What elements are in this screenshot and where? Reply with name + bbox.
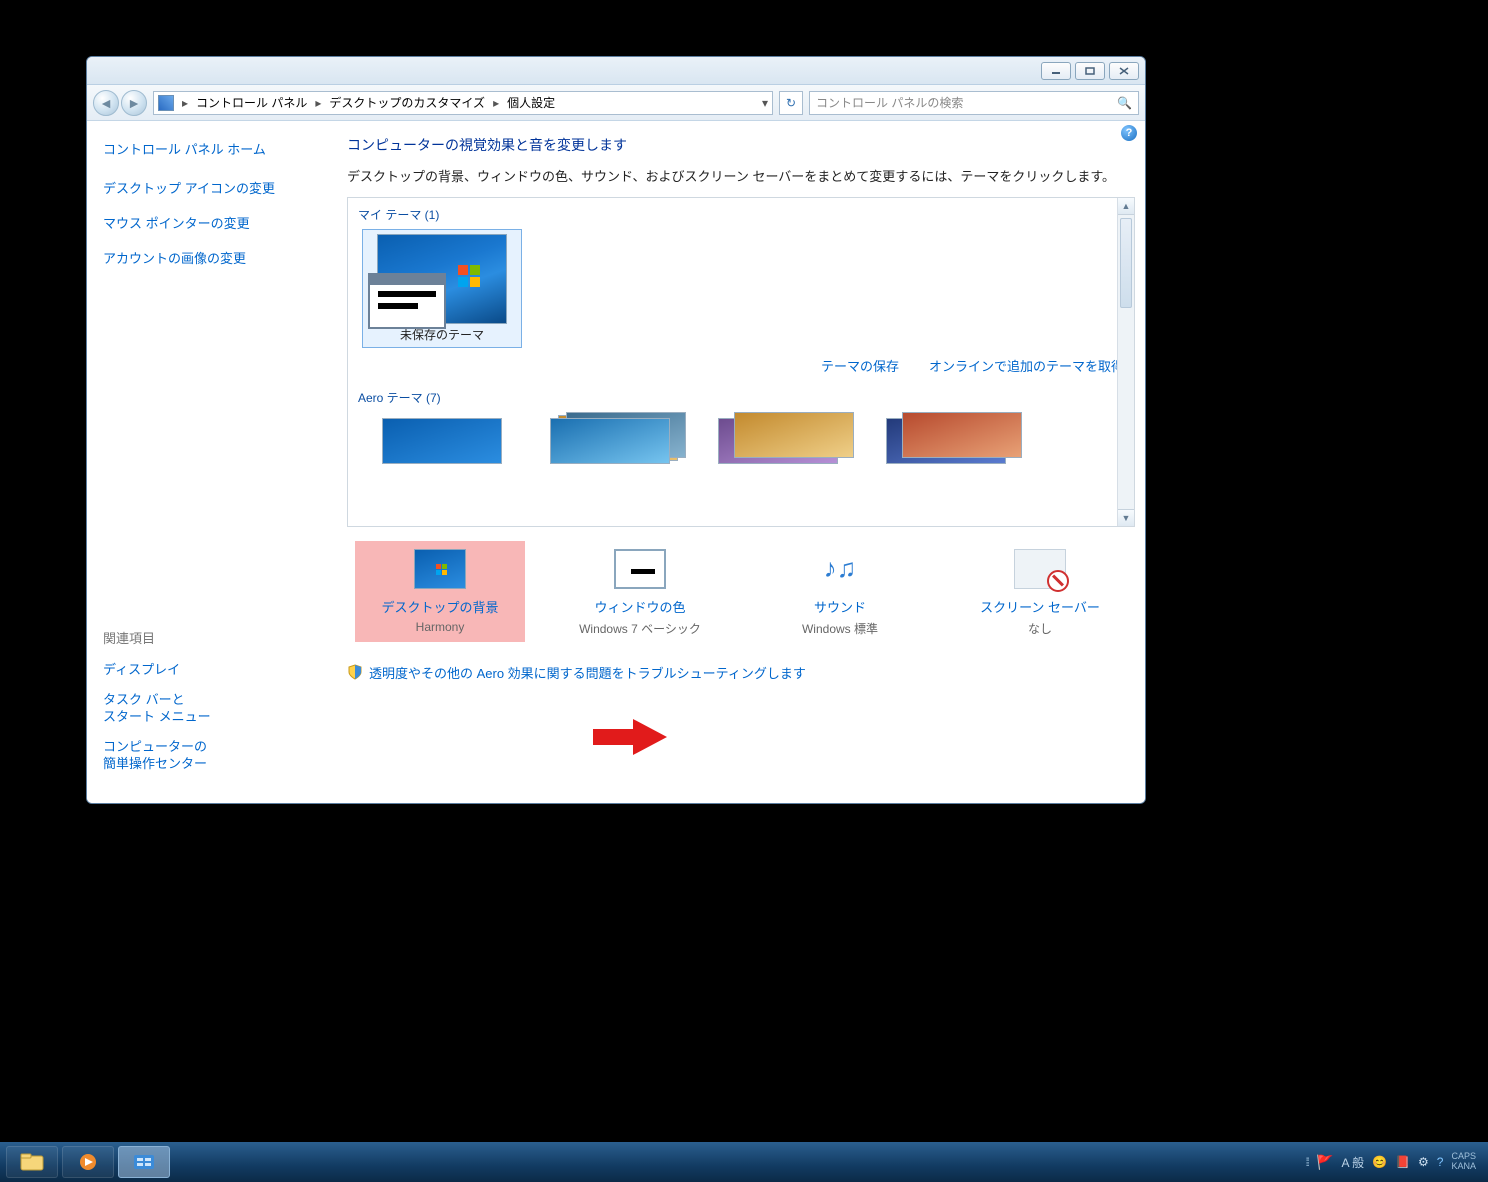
window-color-button[interactable]: ウィンドウの色 Windows 7 ベーシック [555,541,725,645]
control-panel-home-link[interactable]: コントロール パネル ホーム [103,139,321,158]
screensaver-icon [1014,549,1066,589]
screensaver-title: スクリーン セーバー [959,597,1121,616]
ime-settings-icon[interactable]: ⚙ [1418,1155,1429,1169]
caps-kana-indicator: CAPS KANA [1451,1152,1476,1172]
related-ease-of-access[interactable]: コンピューターの 簡単操作センター [103,738,321,773]
main-pane: ? コンピューターの視覚効果と音を変更します デスクトップの背景、ウィンドウの色… [337,121,1145,803]
minimize-button[interactable] [1041,62,1071,80]
window-color-title: ウィンドウの色 [559,597,721,616]
tray-flag-icon[interactable]: 🚩 [1316,1154,1333,1171]
window-color-value: Windows 7 ベーシック [559,620,721,637]
related-display[interactable]: ディスプレイ [103,661,321,679]
scrollbar[interactable]: ▲ ▼ [1117,198,1134,526]
window-color-icon [614,549,666,589]
taskbar: ⁞⁞ 🚩 A 般 😊 📕 ⚙ ? CAPS KANA [0,1142,1488,1182]
aero-theme-1[interactable] [382,412,522,468]
chevron-right-icon: ▸ [178,96,192,110]
troubleshoot-aero-link[interactable]: 透明度やその他の Aero 効果に関する問題をトラブルシューティングします [369,663,806,682]
scroll-down-button[interactable]: ▼ [1118,509,1134,526]
control-panel-icon [158,95,174,111]
titlebar [87,57,1145,85]
page-description: デスクトップの背景、ウィンドウの色、サウンド、およびスクリーン セーバーをまとめ… [347,167,1135,187]
windows-logo-icon [458,265,480,287]
sidebar-task-change-mouse-pointers[interactable]: マウス ポインターの変更 [103,213,321,232]
scroll-up-button[interactable]: ▲ [1118,198,1134,215]
ime-tool-icon[interactable]: 😊 [1372,1155,1387,1169]
maximize-button[interactable] [1075,62,1105,80]
back-button[interactable]: ◄ [93,90,119,116]
page-title: コンピューターの視覚効果と音を変更します [347,135,1135,155]
chevron-right-icon: ▸ [489,96,503,110]
desktop-background-title: デスクトップの背景 [359,597,521,616]
sounds-button[interactable]: ♪♫ サウンド Windows 標準 [755,541,925,645]
scroll-thumb[interactable] [1120,218,1132,308]
search-placeholder: コントロール パネルの検索 [816,94,963,111]
screensaver-value: なし [959,620,1121,637]
taskbar-control-panel[interactable] [118,1146,170,1178]
aero-theme-4[interactable] [886,412,1026,468]
sidebar: コントロール パネル ホーム デスクトップ アイコンの変更 マウス ポインターの… [87,121,337,803]
annotation-arrow-icon [593,715,667,759]
desktop-background-value: Harmony [359,620,521,634]
system-tray: ⁞⁞ 🚩 A 般 😊 📕 ⚙ ? CAPS KANA [1305,1152,1482,1172]
chevron-right-icon: ▸ [311,96,325,110]
shield-icon [347,664,363,680]
none-badge-icon [1047,570,1069,592]
appearance-settings-row: デスクトップの背景 Harmony ウィンドウの色 Windows 7 ベーシッ… [347,541,1135,645]
chevron-down-icon[interactable]: ▾ [762,96,768,110]
search-input[interactable]: コントロール パネルの検索 🔍 [809,91,1139,115]
sounds-value: Windows 標準 [759,620,921,637]
tray-separator-icon: ⁞⁞ [1305,1155,1308,1169]
themes-list: ▲ ▼ マイ テーマ (1) 未保存のテーマ [347,197,1135,527]
search-icon: 🔍 [1117,96,1132,110]
toolbar: ◄ ► ▸ コントロール パネル ▸ デスクトップのカスタマイズ ▸ 個人設定 … [87,85,1145,121]
troubleshoot-row: 透明度やその他の Aero 効果に関する問題をトラブルシューティングします [347,663,1135,682]
close-button[interactable] [1109,62,1139,80]
taskbar-media-player[interactable] [62,1146,114,1178]
window-preview-icon [368,273,446,329]
aero-theme-2[interactable] [550,412,690,468]
sound-icon: ♪♫ [814,549,866,589]
ime-dictionary-icon[interactable]: 📕 [1395,1155,1410,1169]
sidebar-task-change-account-picture[interactable]: アカウントの画像の変更 [103,248,321,267]
sidebar-task-change-desktop-icons[interactable]: デスクトップ アイコンの変更 [103,178,321,197]
theme-unsaved[interactable]: 未保存のテーマ [362,229,522,348]
help-icon[interactable]: ? [1121,125,1137,141]
ime-mode[interactable]: A 般 [1341,1154,1364,1171]
related-taskbar-startmenu[interactable]: タスク バーと スタート メニュー [103,691,321,726]
breadcrumb-item[interactable]: 個人設定 [507,94,555,111]
group-my-themes: マイ テーマ (1) [358,206,1126,223]
desktop-background-button[interactable]: デスクトップの背景 Harmony [355,541,525,642]
save-theme-link[interactable]: テーマの保存 [821,356,899,375]
refresh-button[interactable]: ↻ [779,91,803,115]
personalization-window: ◄ ► ▸ コントロール パネル ▸ デスクトップのカスタマイズ ▸ 個人設定 … [86,56,1146,804]
get-themes-online-link[interactable]: オンラインで追加のテーマを取得 [929,356,1124,375]
breadcrumb-item[interactable]: コントロール パネル [196,94,307,111]
aero-theme-3[interactable] [718,412,858,468]
taskbar-explorer[interactable] [6,1146,58,1178]
sounds-title: サウンド [759,597,921,616]
desktop-background-icon [414,549,466,589]
forward-button[interactable]: ► [121,90,147,116]
address-bar[interactable]: ▸ コントロール パネル ▸ デスクトップのカスタマイズ ▸ 個人設定 ▾ [153,91,773,115]
breadcrumb-item[interactable]: デスクトップのカスタマイズ [329,94,485,111]
related-items-header: 関連項目 [103,628,321,647]
screensaver-button[interactable]: スクリーン セーバー なし [955,541,1125,645]
group-aero-themes: Aero テーマ (7) [358,389,1126,406]
ime-help-icon[interactable]: ? [1437,1155,1444,1169]
